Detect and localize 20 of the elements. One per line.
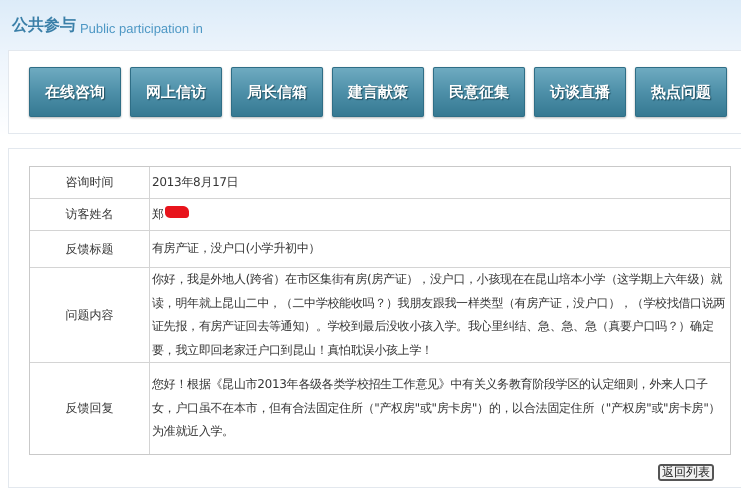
row-label: 问题内容 [30,267,150,362]
nav-button[interactable]: 局长信箱 [231,67,323,117]
section-subtitle: Public participation in [80,21,203,36]
row-value: 您好！根据《昆山市2013年各级各类学校招生工作意见》中有关义务教育阶段学区的认定细则，外来人口子女，户口虽不在本市，但有合法固定住所（"产权房"或"房卡房"）的，以合法固定住所（"产权房"或"房卡房"）为准就近入学。 [150,362,730,454]
row-label: 反馈标题 [30,230,150,267]
row-value: 有房产证，没户口(小学升初中） [150,230,730,267]
nav-button[interactable]: 建言献策 [332,67,424,117]
row-value: 2013年8月17日 [151,174,240,191]
nav-button[interactable]: 在线咨询 [29,67,121,117]
row-value: 郑 [150,198,730,230]
section-title: 公共参与 [12,15,76,36]
row-label: 咨询时间 [30,167,150,198]
row-label: 访客姓名 [30,198,150,230]
row-value: 你好，我是外地人(跨省）在市区集街有房(房产证），没户口，小孩现在在昆山培本小学（这学期上六年级）就读，明年就上昆山二中，（二中学校能收吗？）我朋友跟我一样类型（有房产证，没户口），（学校找借口说两证先报，有房产证回去等通知）。学校到最后没收小孩入学。我心里纠结、急、急、急（真要户口吗？）确定要，我立即回老家迁户口到昆山！真怕耽误小孩上学！ [150,267,730,362]
nav-button[interactable]: 访谈直播 [534,67,626,117]
back-button[interactable]: 返回列表 [658,464,714,481]
row-label: 反馈回复 [30,362,150,454]
nav-button[interactable]: 民意征集 [433,67,525,117]
nav-button[interactable]: 热点问题 [635,67,727,117]
nav-button[interactable]: 网上信访 [130,67,222,117]
